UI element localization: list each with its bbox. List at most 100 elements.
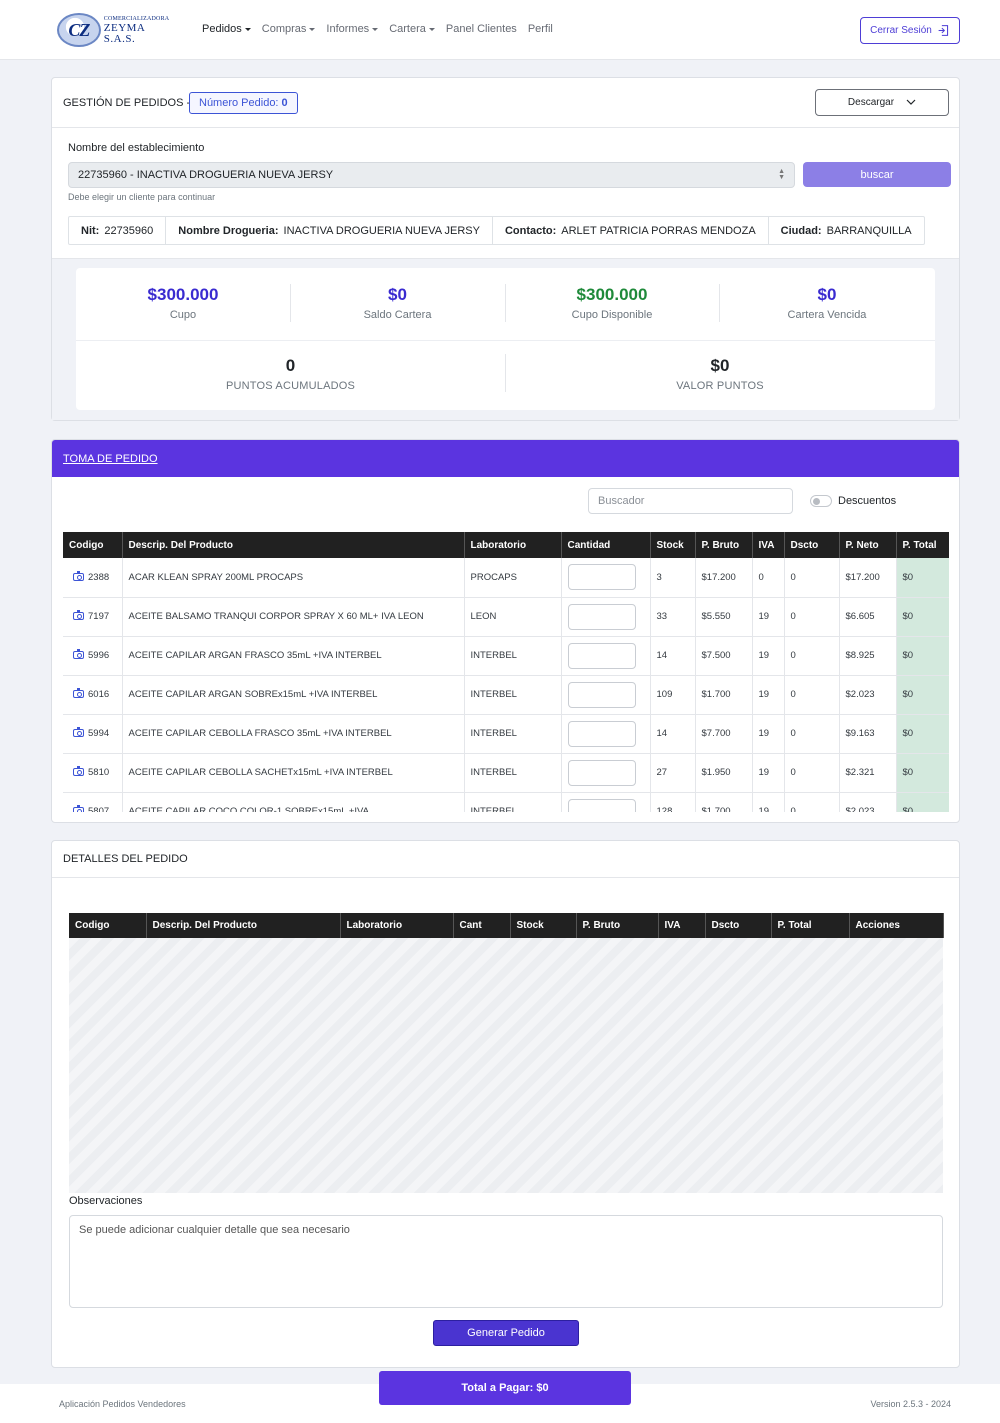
discounts-toggle[interactable]	[810, 495, 832, 507]
col-codigo[interactable]: Codigo	[63, 532, 123, 558]
chevron-down-icon	[906, 99, 916, 105]
nav-panel-clientes[interactable]: Panel Clientes	[446, 23, 517, 35]
row-total: $0	[896, 714, 949, 754]
order-taking-header: TOMA DE PEDIDO	[52, 440, 959, 477]
col-descripcion[interactable]: Descrip. Del Producto	[122, 532, 465, 558]
row-qty	[561, 675, 651, 715]
row-qty	[561, 636, 651, 676]
row-total: $0	[896, 558, 949, 598]
search-client-button[interactable]: buscar	[803, 162, 951, 187]
logo-line-2: ZEYMA S.A.S.	[103, 21, 145, 45]
nav-cartera[interactable]: Cartera	[389, 23, 435, 35]
camera-icon[interactable]	[73, 727, 84, 738]
row-net: $2.023	[839, 675, 897, 715]
row-disc: 0	[784, 636, 840, 676]
quantity-input[interactable]	[567, 642, 636, 669]
stat-divider	[719, 284, 720, 322]
col-iva[interactable]: IVA	[752, 532, 785, 558]
observations-textarea[interactable]	[69, 1215, 943, 1308]
det-col-laboratorio: Laboratorio	[340, 913, 454, 938]
row-qty	[561, 714, 651, 754]
row-description: ACAR KLEAN SPRAY 200ML PROCAPS	[122, 558, 465, 598]
table-row: 2388 ACAR KLEAN SPRAY 200ML PROCAPS PROC…	[63, 558, 949, 598]
stat-divider	[505, 354, 506, 392]
camera-icon[interactable]	[73, 649, 84, 660]
det-col-cant: Cant	[453, 913, 511, 938]
row-lab: PROCAPS	[464, 558, 562, 598]
table-row: 5810 ACEITE CAPILAR CEBOLLA SACHETx15mL …	[63, 753, 949, 793]
nav-informes[interactable]: Informes	[326, 23, 379, 35]
info-nit-value: 22735960	[104, 224, 154, 237]
col-laboratorio[interactable]: Laboratorio	[464, 532, 562, 558]
camera-icon[interactable]	[73, 688, 84, 699]
product-search-input[interactable]	[588, 488, 793, 514]
row-net: $2.321	[839, 753, 897, 793]
nav-compras[interactable]: Compras	[262, 23, 316, 35]
download-button[interactable]: Descargar	[815, 89, 949, 116]
order-management-card: GESTIÓN DE PEDIDOS - Número Pedido: 0 Des…	[51, 77, 960, 421]
caret-down-icon	[309, 27, 316, 31]
order-details-title: DETALLES DEL PEDIDO	[63, 853, 188, 865]
table-row: 5994 ACEITE CAPILAR CEBOLLA FRASCO 35mL …	[63, 714, 949, 754]
nav-informes-label: Informes	[326, 23, 370, 35]
col-p-total[interactable]: P. Total	[896, 532, 949, 558]
col-dscto[interactable]: Dscto	[784, 532, 840, 558]
main-nav: Pedidos Compras Informes Cartera Panel C…	[202, 23, 553, 35]
col-p-bruto[interactable]: P. Bruto	[695, 532, 753, 558]
company-logo[interactable]: CZ COMERCIALIZADORA ZEYMA S.A.S.	[57, 12, 179, 48]
det-col-iva: IVA	[658, 913, 706, 938]
row-net: $8.925	[839, 636, 897, 676]
generate-order-button[interactable]: Generar Pedido	[433, 1320, 579, 1346]
establishment-label: Nombre del establecimiento	[68, 142, 205, 154]
nav-pedidos[interactable]: Pedidos	[202, 23, 251, 35]
stat-valor-puntos-value: $0	[710, 356, 730, 375]
row-lab: INTERBEL	[464, 675, 562, 715]
row-disc: 0	[784, 792, 840, 812]
row-stock: 33	[650, 597, 696, 637]
row-stock: 109	[650, 675, 696, 715]
quantity-input[interactable]	[567, 798, 636, 812]
row-disc: 0	[784, 714, 840, 754]
row-code-value: 2388	[88, 571, 110, 583]
col-stock[interactable]: Stock	[650, 532, 696, 558]
row-disc: 0	[784, 753, 840, 793]
nav-perfil[interactable]: Perfil	[528, 23, 553, 35]
product-table-scroll[interactable]: Codigo Descrip. Del Producto Laboratorio…	[63, 532, 949, 812]
row-code: 6016	[63, 675, 123, 715]
row-code-value: 7197	[88, 611, 110, 622]
row-disc: 0	[784, 675, 840, 715]
camera-icon[interactable]	[73, 571, 84, 582]
row-code: 5996	[63, 636, 123, 676]
stat-cupo: $300.000 Cupo	[76, 285, 290, 321]
info-drogueria: Nombre Drogueria: INACTIVA DROGUERIA NUEV…	[166, 217, 493, 244]
row-code-value: 5994	[88, 728, 110, 739]
quantity-input[interactable]	[567, 603, 636, 630]
quantity-input[interactable]	[567, 759, 636, 786]
camera-icon[interactable]	[73, 610, 84, 621]
total-to-pay-button[interactable]: Total a Pagar: $0	[379, 1371, 631, 1405]
details-table: Codigo Descrip. Del Producto Laboratorio…	[69, 913, 944, 938]
logout-button[interactable]: Cerrar Sesión	[860, 17, 960, 44]
quantity-input[interactable]	[567, 720, 636, 747]
stat-saldo-cartera-caption: Saldo Cartera	[363, 309, 432, 321]
col-cantidad[interactable]: Cantidad	[561, 532, 651, 558]
stat-divider	[505, 284, 506, 322]
order-number-label: Número Pedido:	[199, 97, 279, 109]
observations-label: Observaciones	[69, 1195, 143, 1207]
logo-mark-icon: CZ	[57, 13, 101, 47]
stat-saldo-cartera-value: $0	[388, 285, 407, 304]
establishment-select[interactable]: 22735960 - INACTIVA DROGUERIA NUEVA JERS…	[68, 162, 795, 188]
info-ciudad: Ciudad: BARRANQUILLA	[769, 217, 924, 244]
quantity-input[interactable]	[567, 564, 636, 591]
det-col-p-total: P. Total	[771, 913, 850, 938]
row-gross: $7.700	[695, 714, 753, 754]
camera-icon[interactable]	[73, 805, 84, 812]
camera-icon[interactable]	[73, 766, 84, 777]
quantity-input[interactable]	[567, 681, 636, 708]
row-code: 5994	[63, 714, 123, 754]
col-p-neto[interactable]: P. Neto	[839, 532, 897, 558]
info-drogueria-value: INACTIVA DROGUERIA NUEVA JERSY	[283, 224, 480, 237]
footer-version: Version 2.5.3 - 2024	[870, 1399, 951, 1409]
order-details-card: DETALLES DEL PEDIDO Codigo Descrip. Del …	[51, 840, 960, 1368]
toggle-knob	[813, 498, 820, 505]
